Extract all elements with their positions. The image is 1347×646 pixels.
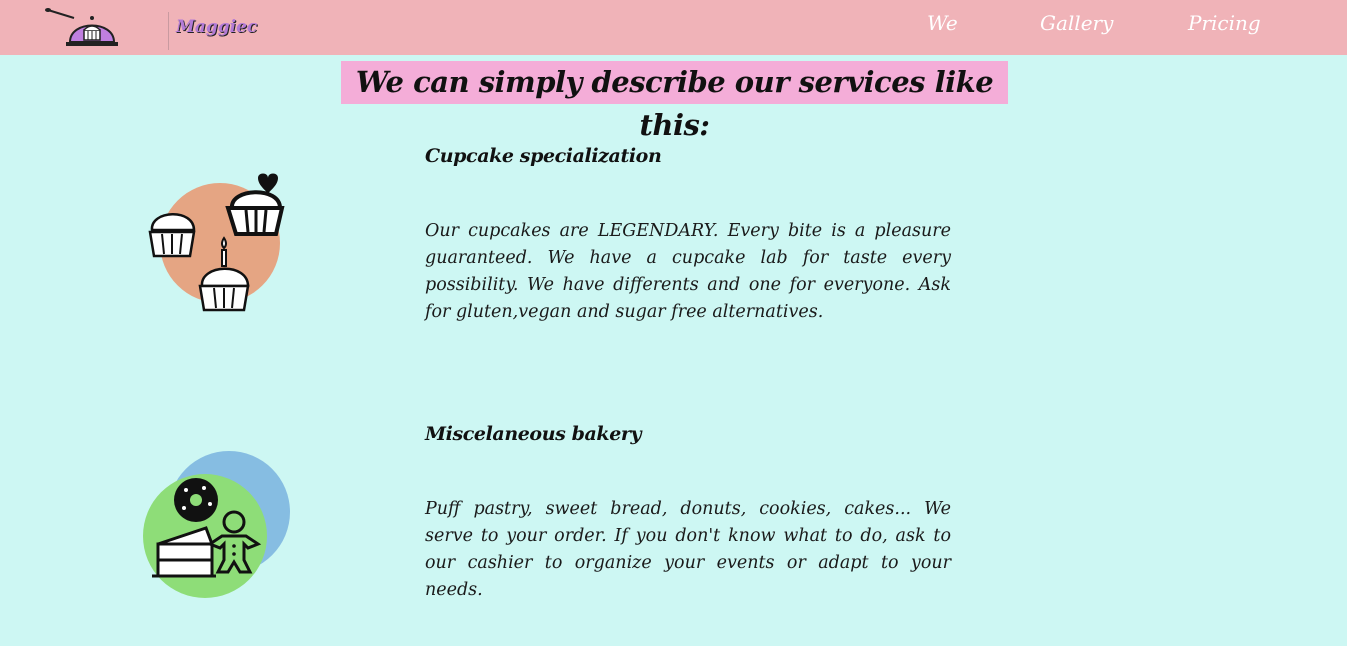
oven-icon [45, 8, 118, 46]
nav-link-we[interactable]: We [927, 11, 958, 35]
brand-name: Maggiec [176, 17, 258, 37]
cupcakes-icon [148, 173, 285, 312]
bakery-icon [143, 451, 290, 598]
navbar: Maggiec We Gallery Pricing [0, 0, 1347, 55]
nav-link-gallery[interactable]: Gallery [1040, 11, 1113, 35]
service-title-bakery: Miscelaneous bakery [425, 423, 642, 445]
services-heading: We can simply describe our services like… [341, 61, 1008, 142]
brand-logo[interactable]: Maggiec [44, 4, 257, 50]
service-text-cupcake: Our cupcakes are LEGENDARY. Every bite i… [425, 221, 951, 322]
service-title-cupcake: Cupcake specialization [425, 145, 662, 167]
service-text-bakery: Puff pastry, sweet bread, donuts, cookie… [425, 499, 951, 600]
nav-link-pricing[interactable]: Pricing [1188, 11, 1261, 35]
logo-divider [168, 12, 169, 50]
